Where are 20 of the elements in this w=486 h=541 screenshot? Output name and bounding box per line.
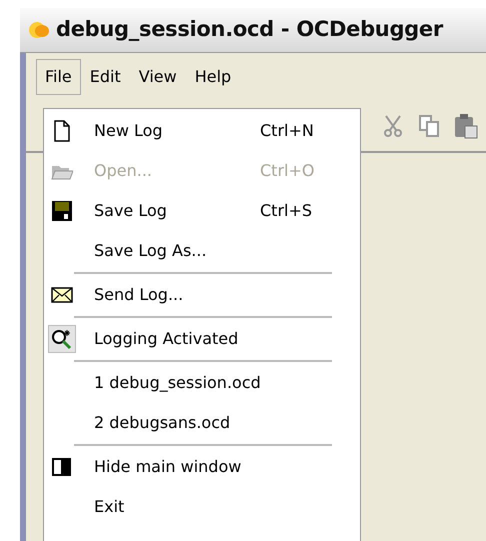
menu-tab[interactable]: Help (186, 59, 240, 95)
menu-item[interactable]: Hide main window (44, 447, 360, 487)
menu-item[interactable]: New Log Ctrl+N (44, 111, 360, 151)
menu-item[interactable]: Send Log... (44, 275, 360, 315)
menu-item[interactable]: 2 debugsans.ocd (44, 403, 360, 443)
scissors-icon[interactable] (382, 114, 404, 138)
menu-item[interactable]: Save Log Ctrl+S (44, 191, 360, 231)
app-logo-icon (28, 21, 50, 39)
menu-item[interactable]: Exit (44, 487, 360, 527)
menu-tab[interactable]: File (36, 59, 81, 95)
paste-icon[interactable] (454, 113, 478, 139)
menu-tab[interactable]: Edit (80, 59, 130, 95)
menu-tab[interactable]: View (130, 59, 186, 95)
menu-item[interactable]: 1 debug_session.ocd (44, 363, 360, 403)
copy-icon[interactable] (418, 114, 440, 138)
menu-item[interactable]: Save Log As... (44, 231, 360, 271)
window-title: debug_session.ocd - OCDebugger (56, 16, 443, 44)
window-icon (51, 456, 73, 478)
magnifier-icon (51, 328, 73, 350)
menu-item[interactable]: Logging Activated (44, 319, 360, 359)
